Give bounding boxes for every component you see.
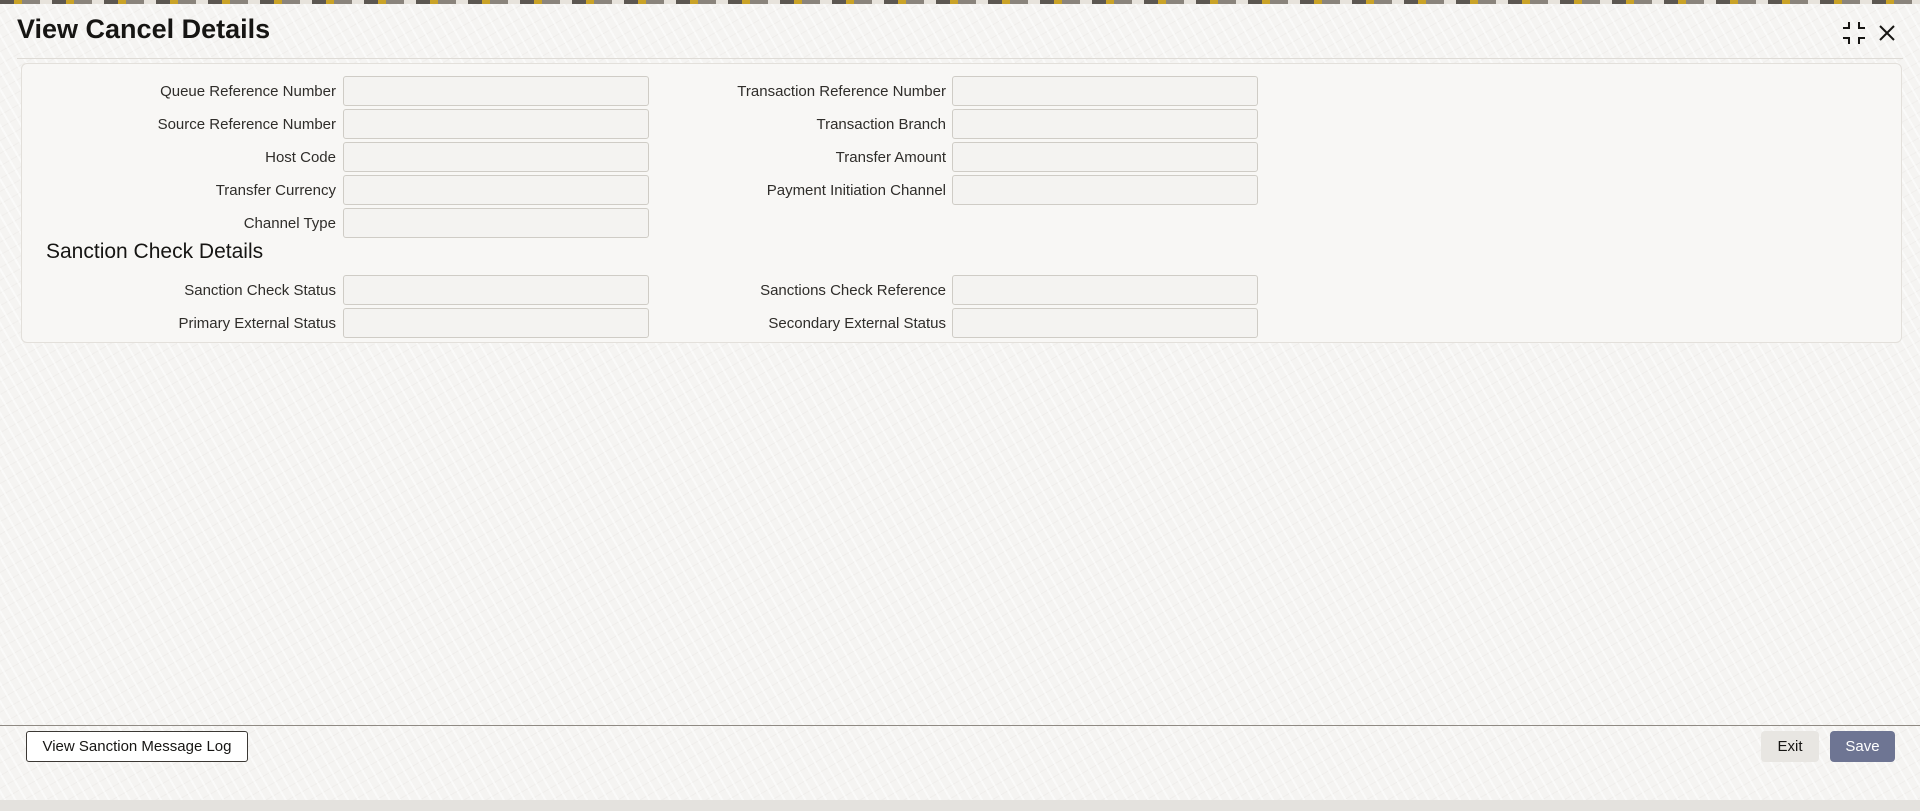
view-sanction-message-log-button[interactable]: View Sanction Message Log <box>26 731 248 762</box>
transaction-reference-number-label: Transaction Reference Number <box>737 83 946 100</box>
transaction-branch-field[interactable] <box>952 109 1258 139</box>
sanctions-check-reference-label: Sanctions Check Reference <box>760 282 946 299</box>
sanction-check-status-label: Sanction Check Status <box>184 282 336 299</box>
secondary-external-status-field[interactable] <box>952 308 1258 338</box>
source-reference-number-label: Source Reference Number <box>157 116 336 133</box>
save-button[interactable]: Save <box>1830 731 1895 762</box>
primary-external-status-field[interactable] <box>343 308 649 338</box>
exit-button[interactable]: Exit <box>1761 731 1819 762</box>
close-icon[interactable] <box>1872 18 1902 48</box>
sanction-check-status-field[interactable] <box>343 275 649 305</box>
transaction-reference-number-field[interactable] <box>952 76 1258 106</box>
view-cancel-details-window: View Cancel Details Queue Reference Numb… <box>0 0 1920 811</box>
transfer-currency-label: Transfer Currency <box>215 182 336 199</box>
bottom-bar <box>0 800 1920 811</box>
host-code-field[interactable] <box>343 142 649 172</box>
payment-initiation-channel-field[interactable] <box>952 175 1258 205</box>
secondary-external-status-label: Secondary External Status <box>768 315 946 332</box>
payment-initiation-channel-label: Payment Initiation Channel <box>766 182 946 199</box>
maximize-icon[interactable] <box>1839 18 1869 48</box>
transfer-amount-label: Transfer Amount <box>835 149 946 166</box>
header-divider <box>17 58 1903 59</box>
queue-reference-number-field[interactable] <box>343 76 649 106</box>
source-reference-number-field[interactable] <box>343 109 649 139</box>
channel-type-label: Channel Type <box>243 215 336 232</box>
channel-type-field[interactable] <box>343 208 649 238</box>
host-code-label: Host Code <box>265 149 336 166</box>
sanctions-check-reference-field[interactable] <box>952 275 1258 305</box>
window-header: View Cancel Details <box>0 4 1920 59</box>
primary-external-status-label: Primary External Status <box>178 315 336 332</box>
page-title: View Cancel Details <box>17 14 271 44</box>
transfer-currency-field[interactable] <box>343 175 649 205</box>
details-panel: Queue Reference Number Transaction Refer… <box>21 63 1902 343</box>
queue-reference-number-label: Queue Reference Number <box>160 83 336 100</box>
transfer-amount-field[interactable] <box>952 142 1258 172</box>
sanction-check-details-heading: Sanction Check Details <box>46 240 264 263</box>
transaction-branch-label: Transaction Branch <box>816 116 946 133</box>
footer-divider <box>0 725 1920 726</box>
